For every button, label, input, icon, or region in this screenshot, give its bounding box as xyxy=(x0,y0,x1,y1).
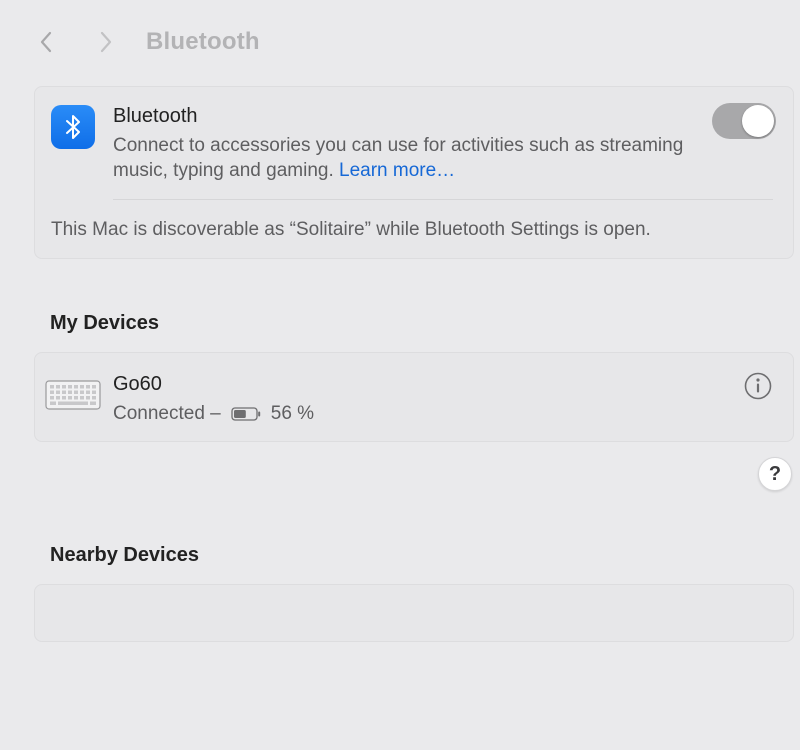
device-name: Go60 xyxy=(113,373,162,395)
my-devices-heading: My Devices xyxy=(50,312,159,334)
battery-percentage: 56 % xyxy=(270,403,315,424)
keyboard-icon xyxy=(45,380,101,410)
toolbar: Bluetooth xyxy=(0,0,800,84)
page-title: Bluetooth xyxy=(146,28,260,55)
divider xyxy=(113,199,773,200)
connection-status: Connected – xyxy=(113,403,221,424)
device-status: Connected – 56 % xyxy=(113,403,314,425)
battery-icon xyxy=(231,407,260,421)
bluetooth-icon xyxy=(51,105,95,149)
toggle-knob xyxy=(742,105,774,137)
nearby-devices-list xyxy=(34,584,794,642)
forward-button[interactable] xyxy=(92,28,120,56)
bluetooth-card: Bluetooth Connect to accessories you can… xyxy=(34,86,794,259)
learn-more-link[interactable]: Learn more… xyxy=(339,160,455,181)
bluetooth-title: Bluetooth xyxy=(113,105,198,127)
nearby-devices-heading: Nearby Devices xyxy=(50,544,199,566)
chevron-right-icon xyxy=(100,31,112,53)
chevron-left-icon xyxy=(40,31,52,53)
bluetooth-toggle[interactable] xyxy=(712,103,776,139)
help-button[interactable]: ? xyxy=(758,457,792,491)
bluetooth-settings-window: Bluetooth Bluetooth Connect to accessori… xyxy=(0,0,800,750)
back-button[interactable] xyxy=(32,28,60,56)
discoverable-text: This Mac is discoverable as “Solitaire” … xyxy=(51,219,651,240)
my-devices-list: Go60 Connected – 56 % xyxy=(34,352,794,442)
bluetooth-description: Connect to accessories you can use for a… xyxy=(113,133,693,183)
info-icon[interactable] xyxy=(743,371,773,401)
